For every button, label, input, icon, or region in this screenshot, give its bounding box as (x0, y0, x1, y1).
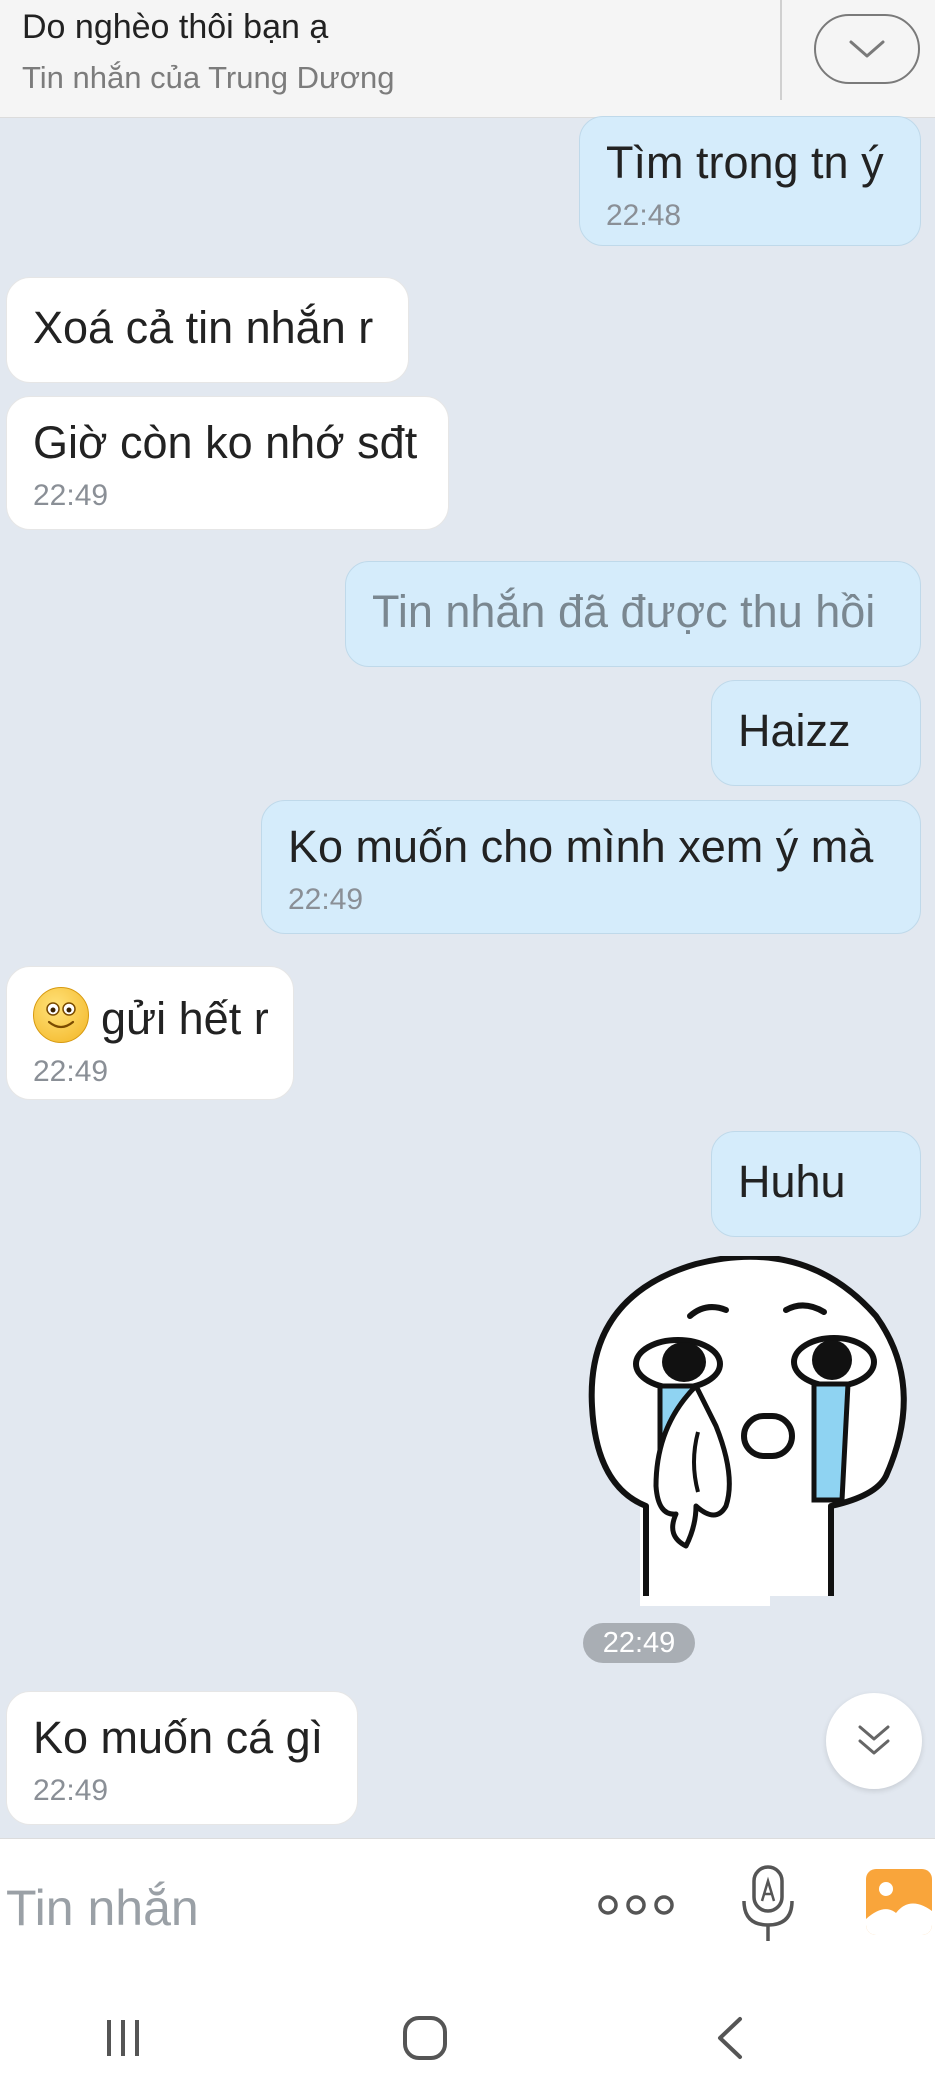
message-text: Tin nhắn đã được thu hồi (372, 586, 876, 637)
sticker-timestamp: 22:49 (583, 1623, 695, 1663)
image-picker-button[interactable] (866, 1869, 932, 1935)
message-incoming[interactable]: Xoá cả tin nhắn r (6, 277, 409, 383)
scroll-to-bottom-button[interactable] (826, 1693, 922, 1789)
back-button[interactable] (694, 2008, 764, 2068)
image-icon (866, 1882, 932, 1935)
message-text: Ko muốn cá gì (33, 1712, 324, 1763)
message-outgoing[interactable]: Huhu (711, 1131, 921, 1237)
message-text: Tìm trong tn ý (606, 137, 884, 188)
recent-apps-icon (107, 2020, 139, 2056)
message-text: Xoá cả tin nhắn r (33, 302, 374, 353)
collapse-header-button[interactable] (814, 14, 920, 84)
home-button[interactable] (390, 2008, 460, 2068)
chat-title[interactable]: Do nghèo thôi bạn ạ (22, 8, 328, 47)
message-time: 22:49 (288, 883, 364, 916)
message-incoming[interactable]: Giờ còn ko nhớ sđt 22:49 (6, 396, 449, 530)
message-outgoing[interactable]: Ko muốn cho mình xem ý mà 22:49 (261, 800, 921, 934)
message-input[interactable] (4, 1867, 568, 1949)
message-composer (0, 1838, 935, 1978)
recent-apps-button[interactable] (88, 2008, 158, 2068)
header-divider (780, 0, 782, 100)
voice-to-text-icon[interactable] (738, 1861, 798, 1945)
message-time: 22:49 (33, 479, 109, 512)
message-text: Huhu (738, 1156, 846, 1207)
chat-header: Do nghèo thôi bạn ạ Tin nhắn của Trung D… (0, 0, 935, 118)
message-incoming[interactable]: gửi hết r 22:49 (6, 966, 294, 1100)
double-chevron-down-icon (858, 1725, 890, 1755)
message-outgoing[interactable]: Haizz (711, 680, 921, 786)
message-outgoing[interactable]: Tìm trong tn ý 22:48 (579, 116, 921, 246)
smiley-emoji-icon (33, 987, 89, 1043)
message-text: Ko muốn cho mình xem ý mà (288, 821, 874, 872)
chat-subtitle: Tin nhắn của Trung Dương (22, 60, 395, 95)
message-time: 22:48 (606, 199, 682, 232)
message-text: Giờ còn ko nhớ sđt (33, 417, 418, 468)
chevron-down-icon (849, 40, 885, 58)
message-recalled[interactable]: Tin nhắn đã được thu hồi (345, 561, 921, 667)
more-options-icon[interactable] (596, 1887, 676, 1923)
message-text: gửi hết r (101, 993, 269, 1044)
message-time: 22:49 (33, 1774, 109, 1807)
crying-sticker[interactable] (586, 1256, 916, 1606)
message-incoming[interactable]: Ko muốn cá gì 22:49 (6, 1691, 358, 1825)
message-text: Haizz (738, 705, 851, 756)
home-icon (403, 2016, 447, 2060)
back-icon (718, 2017, 742, 2059)
system-navigation-bar (0, 1978, 935, 2099)
message-time: 22:49 (33, 1055, 109, 1088)
